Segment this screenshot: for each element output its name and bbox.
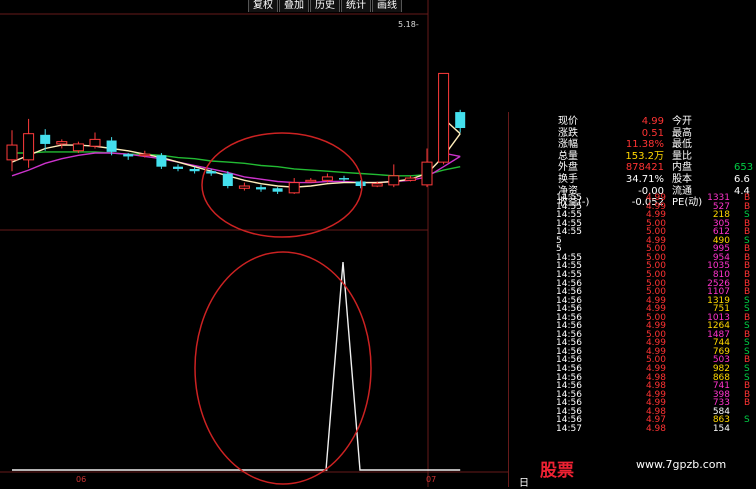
tick-volume: 154 [712,423,730,434]
candle-body-down [106,140,117,152]
candle-body-down [173,166,183,169]
candle-body-up [321,176,333,181]
quote-value: 153.2万 [625,150,664,162]
quote-row: 涨跌 0.51 最高 [508,128,756,140]
candle-body-up [388,175,400,186]
candle-body-up [438,72,450,163]
x-axis-label: 07 [426,475,436,484]
candle-body-up [139,153,151,157]
candle-body-up [6,144,18,161]
candle-body-down [189,168,200,172]
quote-value: 6.6 [734,174,750,185]
indicator-line [12,261,461,471]
quote-value: 0.51 [641,127,664,139]
candle-body-up [421,161,433,186]
watermark-brand: 股票 [540,461,574,481]
quote-value: 653 [734,162,754,174]
quote-value: 4.99 [641,116,664,127]
quote-row: 换手 34.71% 股本 6.6 [508,174,756,186]
candle-body-down [272,188,283,192]
candle-body-down [156,155,167,167]
tick-row[interactable]: 14:57 4.98 154 [508,423,756,434]
tick-time: 14:57 [556,423,582,434]
candle-body-up [305,179,317,183]
candle-body-up [238,185,250,189]
candle-body-down [339,178,349,180]
stock-terminal: 复权 叠加 历史 统计 画线 4.003.803.603.403.205.18-… [0,0,756,489]
candle-body-down [222,173,233,187]
quote-label: 涨跌 [558,127,578,139]
candle-body-down [123,154,134,157]
tick-price: 4.98 [645,423,666,434]
candle-body-up [23,133,35,161]
quote-value: 34.71% [625,174,664,185]
quote-panel: 现价 4.99 今开涨跌 0.51 最高涨幅 11.38% 最低总量 153.2万 量比外盘 87… [508,112,756,487]
candle-body-up [89,138,101,147]
quote-row: 涨幅 11.38% 最低 [508,139,756,151]
candle-body-up [288,182,300,194]
quote-label: 内盘 [672,162,692,174]
quote-label: 总量 [558,150,578,162]
quote-row: 现价 4.99 今开 [508,116,756,128]
quote-label: 股本 [672,174,692,185]
quote-label: 现价 [558,116,578,127]
candle-body-up [56,141,68,145]
quote-value: 878421 [625,162,664,174]
kline-chart[interactable]: 4.003.803.603.403.205.18-1.000.900.800.7… [0,0,508,487]
candle-body-down [256,187,266,190]
candle-body-down [206,171,217,174]
candle-body-down [40,134,51,144]
x-axis-label: 06 [76,475,86,484]
candle-body-up [404,177,416,181]
candle-body-up [72,143,84,152]
quote-label: 涨幅 [558,139,578,151]
quote-label: 最低 [672,139,692,151]
quote-row: 外盘 878421 内盘 653 [508,162,756,174]
quote-value: 11.38% [625,139,664,151]
watermark-site: www.7gpzb.com [636,458,727,471]
candle-body-up [371,183,383,187]
quote-row: 总量 153.2万 量比 [508,151,756,163]
quote-label: 换手 [558,174,578,185]
quote-label: 最高 [672,127,692,139]
candle-body-down [455,112,466,128]
high-price-label: 5.18- [398,20,419,29]
candle-body-down [355,181,366,187]
quote-label: 今开 [672,116,692,127]
quote-label: 量比 [672,150,692,162]
quote-label: 外盘 [558,162,578,174]
